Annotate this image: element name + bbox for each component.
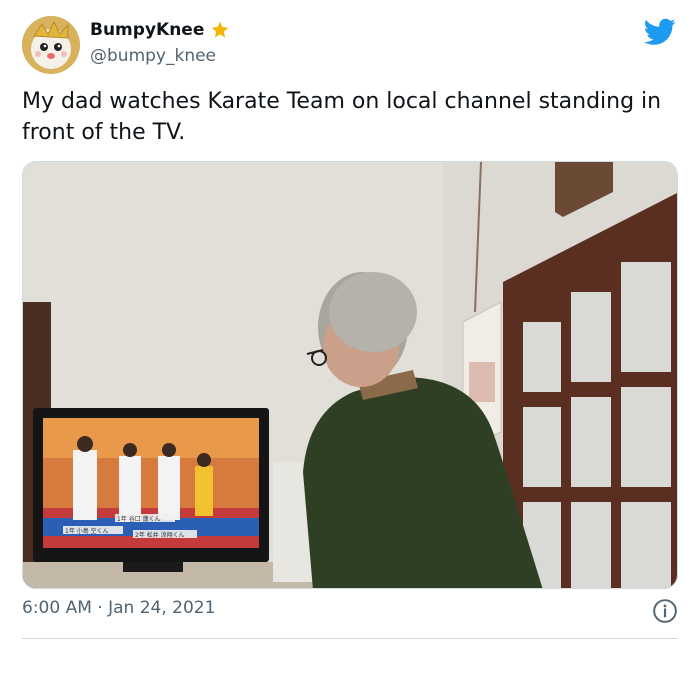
display-name[interactable]: BumpyKnee [90, 20, 204, 40]
avatar[interactable] [22, 16, 80, 74]
tweet-header: BumpyKnee @bumpy_knee [22, 14, 680, 74]
name-row: BumpyKnee [90, 20, 230, 40]
tweet-card: BumpyKnee @bumpy_knee My dad watches Kar… [0, 0, 700, 692]
star-icon [212, 21, 229, 38]
tweet-date: Jan 24, 2021 [108, 598, 216, 618]
avatar-image [22, 16, 80, 74]
tweet-timestamp[interactable]: 6:00 AM · Jan 24, 2021 [22, 598, 215, 618]
footer-divider [22, 638, 678, 639]
tv-caption-3: 2年 松井 涼翔くん [135, 531, 185, 539]
twitter-bird-icon[interactable] [644, 18, 676, 46]
tv-caption-2: 1年 小島 空くん [65, 527, 109, 535]
tweet-text: My dad watches Karate Team on local chan… [22, 89, 662, 145]
tweet-footer: 6:00 AM · Jan 24, 2021 [22, 598, 678, 624]
info-icon[interactable] [652, 598, 678, 624]
tweet-time: 6:00 AM [22, 598, 92, 618]
timestamp-separator: · [97, 598, 103, 618]
photo-scene: 1年 谷口 蓮くん 1年 小島 空くん 2年 松井 涼翔くん [23, 162, 677, 588]
user-handle[interactable]: @bumpy_knee [90, 46, 216, 66]
tv-caption-1: 1年 谷口 蓮くん [117, 515, 161, 523]
tweet-photo[interactable]: 1年 谷口 蓮くん 1年 小島 空くん 2年 松井 涼翔くん [22, 161, 678, 589]
